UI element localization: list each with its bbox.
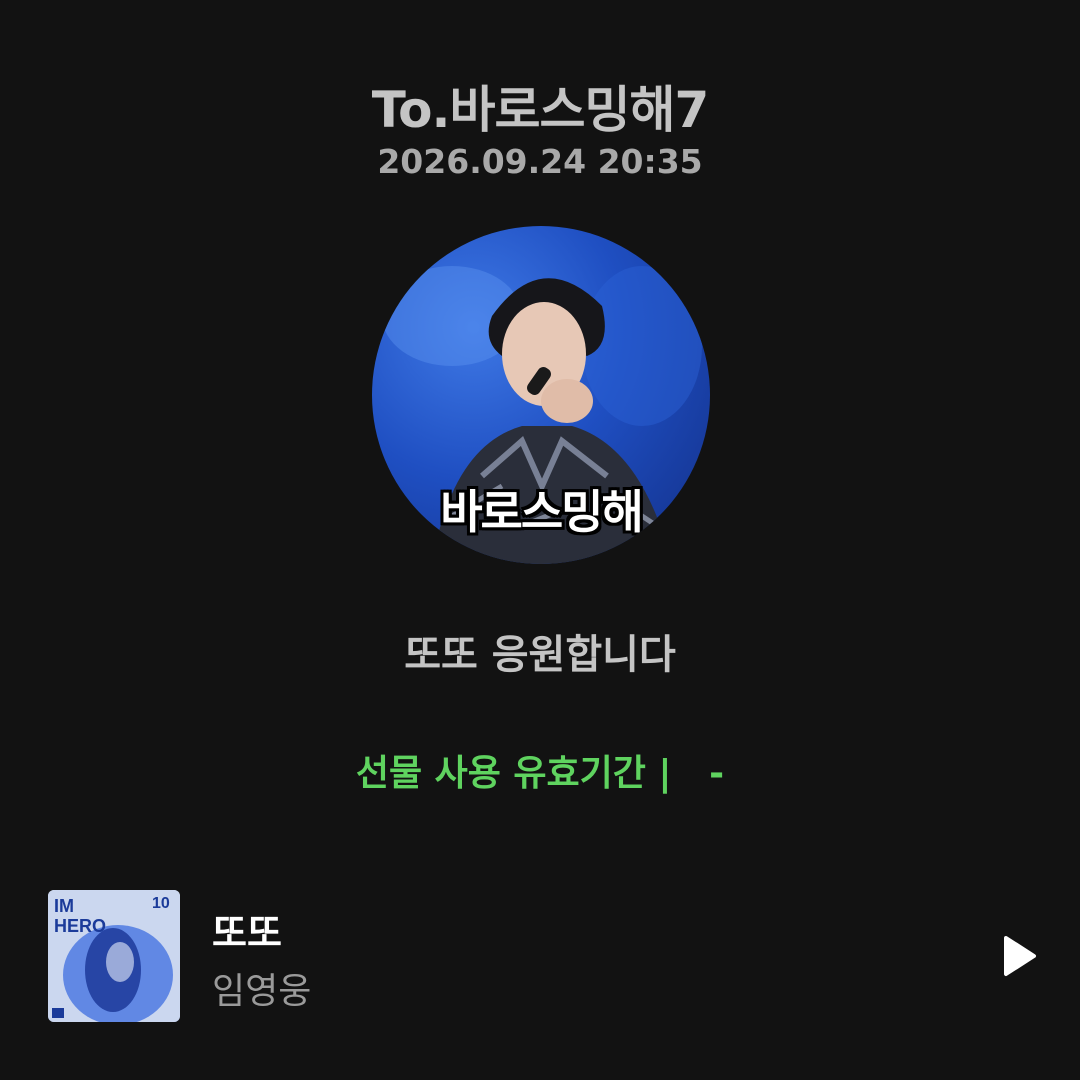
gift-timestamp: 2026.09.24 20:35: [377, 142, 703, 181]
play-icon: [1004, 936, 1036, 976]
album-logo-text: IM: [54, 896, 74, 916]
song-title: 또또: [212, 911, 282, 955]
album-art: IM HERO 10: [48, 890, 180, 1022]
song-item[interactable]: IM HERO 10 또또 임영웅: [48, 890, 1048, 1022]
svg-text:HERO: HERO: [54, 916, 106, 936]
album-cover-image: IM HERO 10: [48, 890, 180, 1022]
avatar-caption: 바로스밍해: [440, 485, 644, 539]
gift-message: 또또 응원합니다: [404, 632, 676, 678]
song-artist: 임영웅: [212, 971, 312, 1012]
profile-avatar: 바로스밍해: [372, 226, 710, 564]
gift-validity: 선물 사용 유효기간 | -: [355, 753, 725, 794]
play-button[interactable]: [996, 934, 1040, 978]
svg-text:10: 10: [152, 895, 170, 912]
recipient-title: To.바로스밍해7: [371, 81, 710, 139]
